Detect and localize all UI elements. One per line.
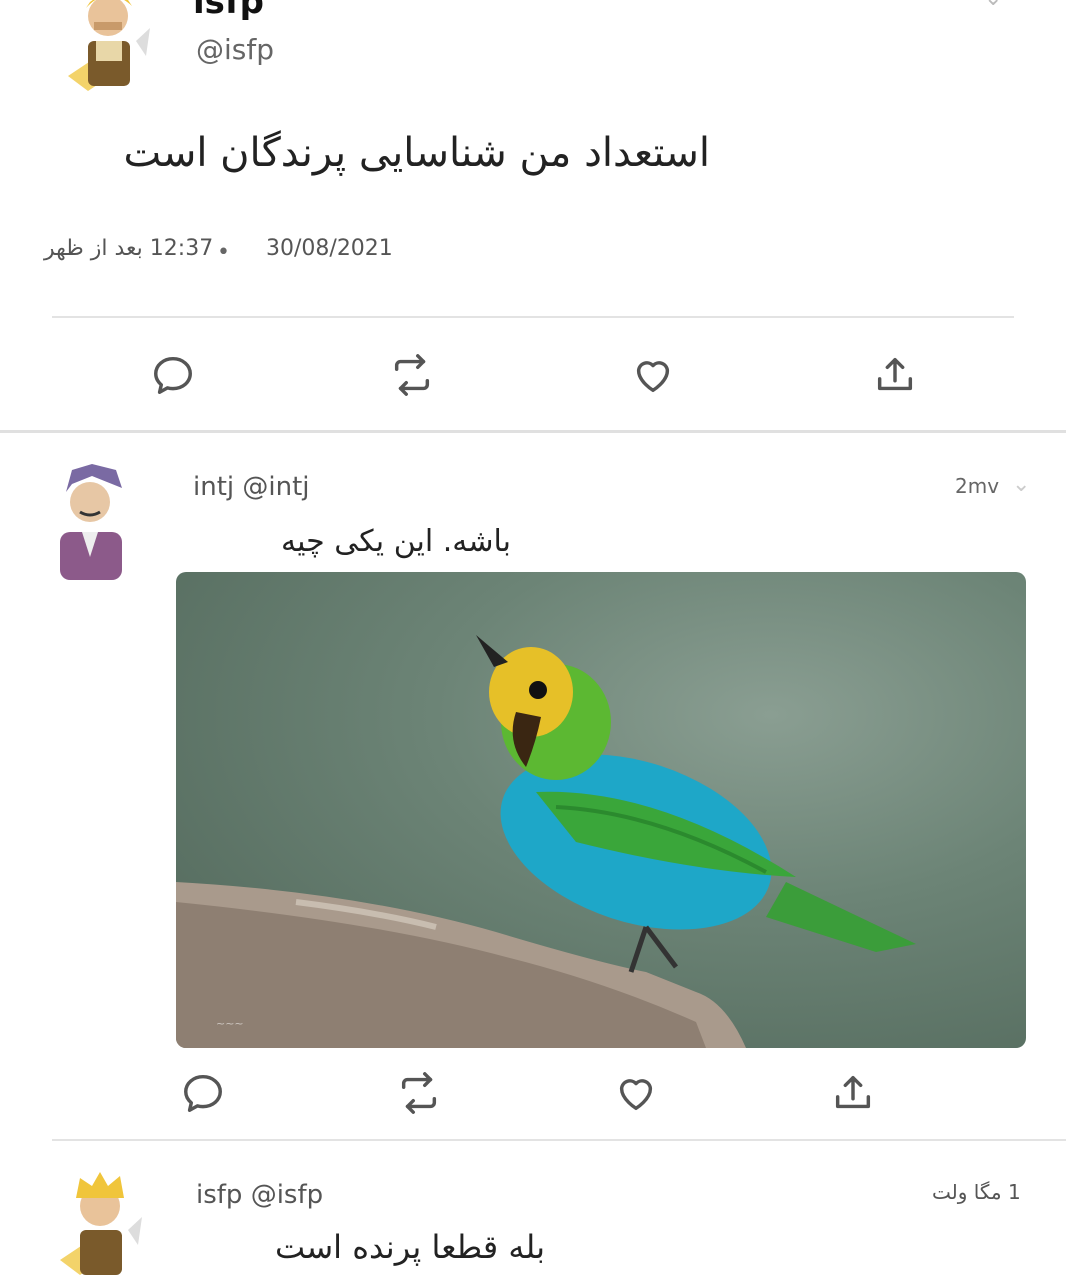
meta-separator: • — [217, 240, 230, 265]
tweet-time: 12:37 بعد از ظهر — [44, 236, 214, 261]
divider — [52, 316, 1014, 318]
section-divider — [0, 430, 1066, 433]
reply-timestamp: 1 مگا ولت — [932, 1180, 1021, 1204]
isfp-avatar[interactable] — [50, 1170, 146, 1280]
reply-author[interactable]: isfp @isfp — [196, 1180, 323, 1210]
share-icon[interactable] — [830, 1070, 876, 1116]
like-icon[interactable] — [613, 1070, 659, 1116]
reply-text: باشه. این یکی چیه — [281, 524, 511, 559]
like-icon[interactable] — [630, 352, 676, 398]
author-handle[interactable]: @isfp — [196, 33, 274, 66]
retweet-icon[interactable] — [396, 1070, 442, 1116]
tweet-text: استعداد من شناسایی پرندگان است — [123, 130, 710, 176]
chevron-down-icon[interactable]: ⌄ — [984, 0, 1002, 11]
reply-author[interactable]: intj @intj — [193, 472, 310, 502]
author-name[interactable]: isfp — [193, 0, 264, 22]
tweet-date: 30/08/2021 — [266, 236, 393, 261]
photo-watermark: ~~~ — [216, 1017, 244, 1030]
divider — [52, 1139, 1066, 1141]
reply-icon[interactable] — [150, 352, 196, 398]
intj-avatar[interactable] — [42, 462, 138, 580]
reply-timestamp: 2mv — [955, 474, 1000, 498]
chevron-down-icon[interactable]: ⌄ — [1012, 472, 1030, 497]
reply-icon[interactable] — [180, 1070, 226, 1116]
isfp-avatar[interactable] — [58, 0, 154, 96]
retweet-icon[interactable] — [389, 352, 435, 398]
reply-text: بله قطعا پرنده است — [274, 1228, 545, 1266]
bird-photo[interactable]: ~~~ — [176, 572, 1026, 1048]
share-icon[interactable] — [872, 352, 918, 398]
